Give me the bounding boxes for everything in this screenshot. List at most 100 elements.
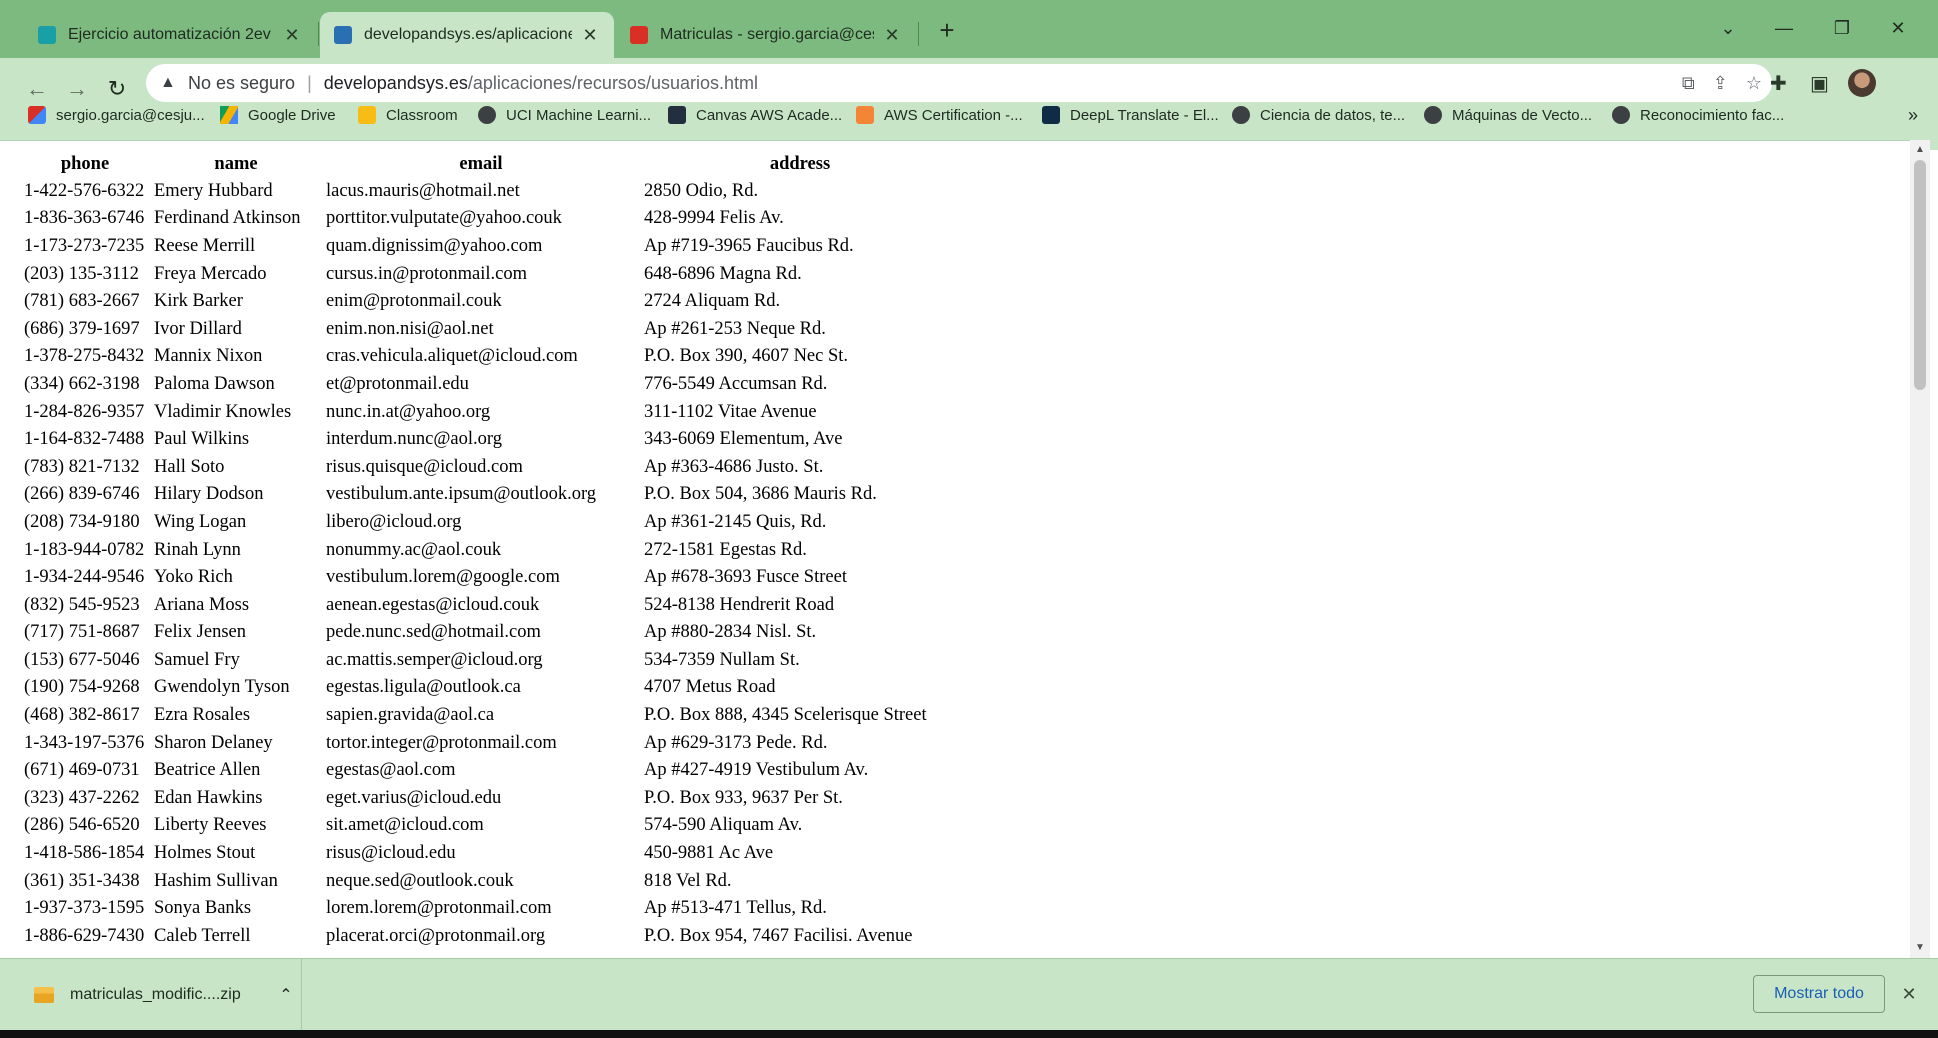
bookmark-aws-certification[interactable]: AWS Certification -...: [856, 96, 1023, 134]
bookmark-gmail[interactable]: sergio.garcia@cesju...: [28, 96, 205, 134]
cell-address: Ap #361-2145 Quis, Rd.: [644, 511, 827, 532]
cell-name: Felix Jensen: [154, 622, 246, 643]
bookmark-classroom[interactable]: Classroom: [358, 96, 458, 134]
share-icon[interactable]: ⇪: [1713, 73, 1728, 94]
cell-phone: 1-164-832-7488: [24, 429, 145, 450]
scroll-up-arrow-icon[interactable]: ▲: [1910, 142, 1930, 158]
cell-email: ac.mattis.semper@icloud.org: [326, 649, 543, 670]
bookmark-label: Máquinas de Vecto...: [1452, 106, 1593, 124]
bookmark-label: Classroom: [386, 106, 458, 124]
cell-name: Liberty Reeves: [154, 815, 267, 836]
cell-name: Beatrice Allen: [154, 760, 261, 781]
cell-email: vestibulum.lorem@google.com: [326, 567, 560, 588]
bookmark-reconocimiento[interactable]: Reconocimiento fac...: [1612, 96, 1784, 134]
bookmark-ciencia-datos[interactable]: Ciencia de datos, te...: [1232, 96, 1405, 134]
table-row: (190) 754-9268 Gwendolyn Tyson egestas.lig…: [20, 675, 960, 703]
table-row: (361) 351-3438 Hashim Sullivan neque.sed@o…: [20, 868, 960, 896]
close-download-bar-icon[interactable]: ✕: [1894, 975, 1924, 1013]
cell-phone: (153) 677-5046: [24, 649, 140, 670]
tab-title: developandsys.es/aplicaciones/re: [364, 26, 572, 43]
cell-address: P.O. Box 933, 9637 Per St.: [644, 787, 843, 808]
restore-window-button[interactable]: ❐: [1820, 10, 1864, 46]
cell-phone: (468) 382-8617: [24, 705, 140, 726]
tab-developandsys[interactable]: developandsys.es/aplicaciones/re ✕: [320, 12, 614, 58]
warning-icon[interactable]: ▲: [160, 74, 180, 92]
cell-email: lacus.mauris@hotmail.net: [326, 180, 520, 201]
globe-icon: [1424, 106, 1442, 124]
minimize-window-button[interactable]: —: [1762, 10, 1806, 46]
bookmark-uci[interactable]: UCI Machine Learni...: [478, 96, 651, 134]
download-item[interactable]: matriculas_modific....zip ⌃: [18, 959, 302, 1031]
tab-strip: Ejercicio automatización 2ev ✕ developan…: [0, 0, 1938, 58]
cell-name: Hashim Sullivan: [154, 870, 278, 891]
cell-name: Caleb Terrell: [154, 925, 251, 946]
scrollbar-thumb[interactable]: [1914, 160, 1926, 390]
cell-address: 2850 Odio, Rd.: [644, 180, 759, 201]
gmail-icon: [28, 106, 46, 124]
bookmark-label: DeepL Translate - El...: [1070, 106, 1219, 124]
cell-email: risus@icloud.edu: [326, 843, 456, 864]
bookmark-star-icon[interactable]: ☆: [1746, 73, 1762, 94]
table-row: (153) 677-5046 Samuel Fry ac.mattis.semper…: [20, 647, 960, 675]
cell-email: sit.amet@icloud.com: [326, 815, 484, 836]
bookmark-label: AWS Certification -...: [884, 106, 1023, 124]
cell-phone: 1-937-373-1595: [24, 898, 145, 919]
bookmark-deepl[interactable]: DeepL Translate - El...: [1042, 96, 1219, 134]
bookmark-label: Canvas AWS Acade...: [696, 106, 843, 124]
cell-address: 818 Vel Rd.: [644, 870, 732, 891]
bookmark-canvas-aws[interactable]: Canvas AWS Acade...: [668, 96, 842, 134]
table-row: 1-886-629-7430 Caleb Terrell placerat.orci…: [20, 923, 960, 951]
cell-name: Ferdinand Atkinson: [154, 208, 301, 229]
cell-address: 343-6069 Elementum, Ave: [644, 429, 843, 450]
cell-name: Emery Hubbard: [154, 180, 273, 201]
cell-email: libero@icloud.org: [326, 511, 462, 532]
cell-email: aenean.egestas@icloud.couk: [326, 594, 540, 615]
tab-ejercicio[interactable]: Ejercicio automatización 2ev ✕: [24, 12, 316, 58]
page-content: phone name email address 1-422-576-6322 E…: [0, 140, 1910, 958]
translate-icon[interactable]: ⧉: [1682, 73, 1695, 94]
show-all-downloads-button[interactable]: Mostrar todo: [1753, 975, 1885, 1013]
cell-address: 534-7359 Nullam St.: [644, 649, 800, 670]
aws-icon: [668, 106, 686, 124]
more-bookmarks-icon[interactable]: »: [1908, 96, 1918, 134]
tab-search-icon[interactable]: ⌄: [1706, 10, 1750, 46]
scroll-down-arrow-icon[interactable]: ▼: [1910, 940, 1930, 956]
cell-email: risus.quisque@icloud.com: [326, 456, 523, 477]
chevron-up-icon[interactable]: ⌃: [271, 985, 301, 1005]
cell-address: 272-1581 Egestas Rd.: [644, 539, 807, 560]
cell-phone: 1-343-197-5376: [24, 732, 145, 753]
table-row: (717) 751-8687 Felix Jensen pede.nunc.sed@…: [20, 620, 960, 648]
cell-phone: (208) 734-9180: [24, 511, 140, 532]
cell-email: neque.sed@outlook.couk: [326, 870, 514, 891]
cell-address: 4707 Metus Road: [644, 677, 776, 698]
bookmark-label: sergio.garcia@cesju...: [56, 106, 205, 124]
cell-phone: 1-378-275-8432: [24, 346, 145, 367]
globe-icon: [478, 106, 496, 124]
cell-address: 450-9881 Ac Ave: [644, 843, 774, 864]
table-row: (781) 683-2667 Kirk Barker enim@protonmail…: [20, 288, 960, 316]
bookmark-label: Reconocimiento fac...: [1640, 106, 1785, 124]
close-tab-icon[interactable]: ✕: [282, 25, 302, 46]
tab-matriculas[interactable]: Matriculas - sergio.garcia@cesju ✕: [616, 12, 916, 58]
cell-address: 776-5549 Accumsan Rd.: [644, 373, 828, 394]
cell-phone: (203) 135-3112: [24, 263, 139, 284]
cell-phone: 1-422-576-6322: [24, 180, 145, 201]
new-tab-button[interactable]: +: [930, 14, 964, 48]
security-status[interactable]: No es seguro: [188, 73, 295, 94]
cell-address: P.O. Box 954, 7467 Facilisi. Avenue: [644, 925, 913, 946]
cell-address: P.O. Box 390, 4607 Nec St.: [644, 346, 849, 367]
table-row: 1-836-363-6746 Ferdinand Atkinson porttito…: [20, 206, 960, 234]
classroom-icon: [358, 106, 376, 124]
tab-divider: [318, 22, 319, 46]
bookmark-maquinas-vectores[interactable]: Máquinas de Vecto...: [1424, 96, 1592, 134]
close-tab-icon[interactable]: ✕: [580, 25, 600, 46]
zip-folder-icon: [34, 987, 54, 1003]
cell-phone: (783) 821-7132: [24, 456, 140, 477]
close-window-button[interactable]: ✕: [1876, 10, 1920, 46]
cell-email: tortor.integer@protonmail.com: [326, 732, 557, 753]
users-table-body: 1-422-576-6322 Emery Hubbard lacus.mauris@…: [20, 178, 960, 951]
cell-email: enim@protonmail.couk: [326, 291, 502, 312]
bookmark-google-drive[interactable]: Google Drive: [220, 96, 336, 134]
vertical-scrollbar[interactable]: ▲ ▼: [1910, 140, 1930, 958]
close-tab-icon[interactable]: ✕: [882, 25, 902, 46]
